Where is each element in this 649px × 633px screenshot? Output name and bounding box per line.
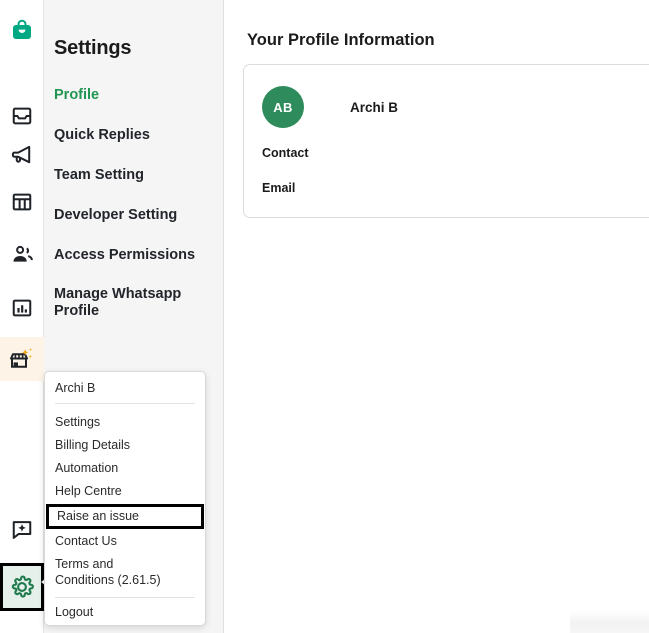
profile-name: Archi B [350, 100, 399, 115]
sidebar-item-label: Manage Whatsapp Profile [54, 286, 182, 319]
sidebar-item-label: Team Setting [54, 167, 144, 183]
sidebar-item-developer-setting[interactable]: Developer Setting [54, 206, 214, 224]
popup-user-name: Archi B [55, 381, 96, 395]
menu-item-automation[interactable]: Automation [45, 457, 205, 480]
chat-sparkle-icon[interactable] [0, 508, 44, 552]
menu-item-terms-and-conditions[interactable]: Terms and Conditions (2.61.5) [45, 553, 173, 592]
settings-nav: Profile Quick Replies Team Setting Devel… [54, 86, 214, 342]
avatar: AB [262, 86, 304, 128]
sidebar-item-manage-whatsapp-profile[interactable]: Manage Whatsapp Profile [54, 286, 182, 320]
main-content: Your Profile Information AB Archi B Cont… [225, 0, 649, 633]
menu-item-label: Billing Details [55, 438, 131, 452]
bottom-band [570, 611, 649, 633]
sidebar-item-team-setting[interactable]: Team Setting [54, 166, 214, 184]
popup-item-list: Settings Billing Details Automation Help… [45, 404, 205, 592]
contacts-icon[interactable] [0, 232, 44, 276]
menu-item-contact-us[interactable]: Contact Us [45, 530, 205, 553]
menu-item-logout[interactable]: Logout [45, 598, 205, 619]
storefront-sparkle-icon[interactable] [0, 337, 44, 381]
app-root: Settings Profile Quick Replies Team Sett… [0, 0, 649, 633]
bar-chart-icon[interactable] [0, 286, 44, 330]
sidebar-item-label: Quick Replies [54, 127, 150, 143]
table-icon[interactable] [0, 180, 44, 224]
profile-information-heading: Your Profile Information [247, 31, 435, 49]
sidebar-item-access-permissions[interactable]: Access Permissions [54, 246, 214, 264]
menu-item-help-centre[interactable]: Help Centre [45, 480, 205, 503]
menu-item-label: Automation [55, 461, 119, 475]
sidebar-item-label: Access Permissions [54, 247, 196, 263]
account-popup-menu: Archi B Settings Billing Details Automat… [44, 371, 206, 626]
menu-item-settings[interactable]: Settings [45, 411, 205, 434]
contact-label: Contact [262, 146, 309, 160]
sidebar-item-quick-replies[interactable]: Quick Replies [54, 126, 214, 144]
page-title: Settings [54, 37, 132, 59]
menu-item-label: Help Centre [55, 484, 122, 498]
menu-item-label: Settings [55, 415, 101, 429]
bag-logo-icon[interactable] [0, 8, 44, 52]
menu-item-billing-details[interactable]: Billing Details [45, 434, 205, 457]
email-label: Email [262, 181, 296, 195]
menu-item-label: Raise an issue [57, 509, 139, 523]
profile-card: AB Archi B Contact Email [243, 64, 649, 218]
megaphone-icon[interactable] [0, 132, 44, 176]
menu-item-label: Contact Us [55, 534, 117, 548]
sidebar-item-profile[interactable]: Profile [54, 86, 214, 104]
menu-item-raise-an-issue[interactable]: Raise an issue [46, 504, 204, 529]
left-icon-rail [0, 0, 44, 633]
menu-item-label: Logout [55, 605, 94, 619]
gear-icon[interactable] [0, 563, 44, 611]
sidebar-item-label: Developer Setting [54, 207, 178, 223]
menu-item-label: Terms and Conditions (2.61.5) [55, 557, 161, 587]
sidebar-item-label: Profile [54, 87, 100, 103]
